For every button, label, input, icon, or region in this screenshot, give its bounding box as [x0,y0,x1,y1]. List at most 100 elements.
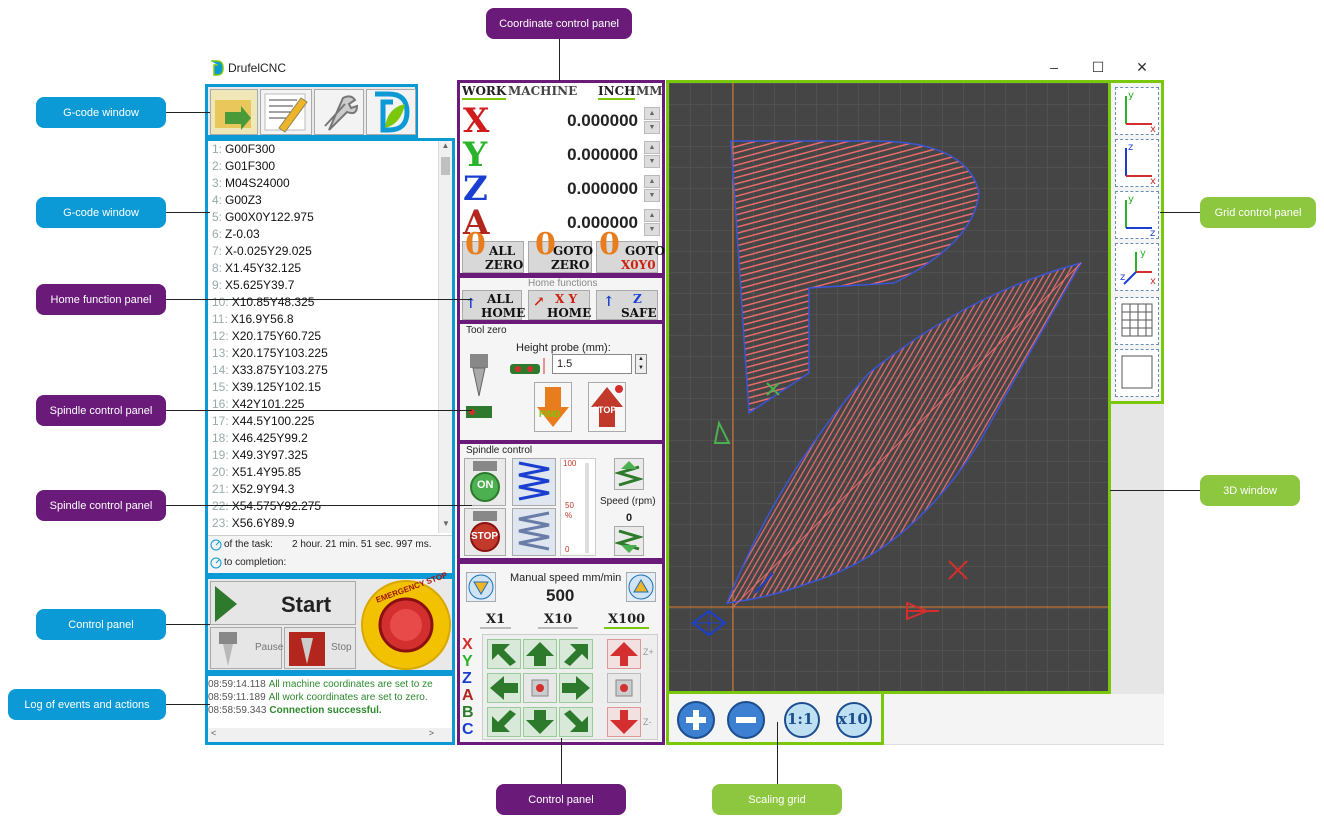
grid-toggle-button[interactable] [1115,297,1159,345]
jog-right-button[interactable] [559,673,593,703]
gcode-line[interactable]: 9: X5.625Y39.7 [208,277,438,294]
a-up-button[interactable]: ▲ [644,209,660,222]
spindle-stop-button[interactable]: STOP [464,508,506,556]
gcode-line[interactable]: 23: X56.6Y89.9 [208,515,438,532]
jog-z-plus-button[interactable] [607,639,641,669]
speed-increase-button[interactable] [626,572,656,602]
speed-up-button[interactable] [613,458,645,490]
jog-down-button[interactable] [523,707,557,737]
goto-x0y0-button[interactable]: 0 GOTO X0Y0 [596,230,665,273]
gcode-line[interactable]: 19: X49.3Y97.325 [208,447,438,464]
jog-left-button[interactable] [487,673,521,703]
workspace-toggle-button[interactable] [1115,349,1159,397]
scroll-down-icon[interactable]: ▼ [439,519,453,533]
minimize-button[interactable]: – [1044,57,1064,77]
jog-up-button[interactable] [523,639,557,669]
gcode-line[interactable]: 10: X10.85Y48.325 [208,294,438,311]
zoom-fit-button[interactable]: 1:1 [779,698,825,740]
xy-home-button[interactable]: ↗ X Y HOME [528,290,591,320]
gcode-line[interactable]: 2: G01F300 [208,158,438,175]
x-up-button[interactable]: ▲ [644,107,660,120]
coord-y-value[interactable]: 0.000000 [567,145,638,165]
gcode-line[interactable]: 11: X16.9Y56.8 [208,311,438,328]
view-xz-button[interactable]: zx [1115,139,1159,187]
y-down-button[interactable]: ▼ [644,155,660,168]
jog-z-minus-button[interactable] [607,707,641,737]
gcode-line[interactable]: 8: X1.45Y32.125 [208,260,438,277]
settings-button[interactable] [314,89,364,135]
gcode-line[interactable]: 5: G00X0Y122.975 [208,209,438,226]
coord-z-value[interactable]: 0.000000 [567,179,638,199]
gcode-line[interactable]: 7: X-0.025Y29.025 [208,243,438,260]
gcode-line[interactable]: 13: X20.175Y103.225 [208,345,438,362]
gcode-line[interactable]: 17: X44.5Y100.225 [208,413,438,430]
coord-x-value[interactable]: 0.000000 [567,111,638,131]
tab-work[interactable]: WORK [462,84,507,100]
probe-stop-button[interactable]: STOP [588,382,626,432]
gcode-line[interactable]: 22: X54.575Y92.275 [208,498,438,515]
jog-z-center-button[interactable] [607,673,641,703]
edit-gcode-button[interactable] [260,89,312,135]
zoom-out-button[interactable] [723,698,769,740]
log-list[interactable]: 08:59:14.118 All machine coordinates are … [208,678,438,717]
y-up-button[interactable]: ▲ [644,141,660,154]
gcode-line[interactable]: 1: G00F300 [208,141,438,158]
all-zero-button[interactable]: 0 ALL ZERO [462,230,524,273]
gcode-line[interactable]: 4: G00Z3 [208,192,438,209]
z-up-button[interactable]: ▲ [644,175,660,188]
open-file-button[interactable] [210,89,258,135]
scroll-up-icon[interactable]: ▲ [439,141,452,155]
pause-button[interactable]: Pause [210,627,283,669]
find-button[interactable]: FIND [534,382,572,432]
stop-button[interactable]: Stop [284,627,356,669]
gcode-line[interactable]: 18: X46.425Y99.2 [208,430,438,447]
height-stepper[interactable]: ▲ ▼ [635,354,647,374]
z-down-button[interactable]: ▼ [644,189,660,202]
viewport-3d[interactable] [666,80,1111,694]
all-home-button[interactable]: ↑ ALL HOME [462,290,525,320]
jog-up-left-button[interactable] [487,639,521,669]
emergency-stop-button[interactable]: EMERGENCY STOP [360,570,452,671]
step-x100[interactable]: X100 [604,612,650,629]
goto-zero-button[interactable]: 0 GOTO ZERO [528,230,593,273]
jog-up-right-button[interactable] [559,639,593,669]
jog-down-left-button[interactable] [487,707,521,737]
gcode-list[interactable]: 1: G00F300 2: G01F300 3: M04S24000 4: G00Z3 5: G0… [208,141,438,533]
scroll-right-icon[interactable]: > [429,728,434,738]
zoom-in-button[interactable] [673,698,719,740]
x-down-button[interactable]: ▼ [644,121,660,134]
start-button[interactable]: Start [210,581,356,625]
gcode-line[interactable]: 6: Z-0.03 [208,226,438,243]
height-probe-input[interactable]: 1.5 [552,354,632,374]
jog-down-right-button[interactable] [559,707,593,737]
close-button[interactable]: ✕ [1132,57,1152,77]
z-safe-button[interactable]: ↑ Z SAFE [596,290,658,320]
spindle-on-button[interactable]: ON [464,458,506,506]
step-x10[interactable]: X10 [538,612,579,629]
view-yz-button[interactable]: yz [1115,191,1159,239]
view-iso-button[interactable]: y x z [1115,243,1159,291]
spindle-cw-button[interactable] [512,458,556,506]
gcode-line[interactable]: 12: X20.175Y60.725 [208,328,438,345]
log-hscrollbar[interactable]: < > [208,728,452,742]
a-down-button[interactable]: ▼ [644,223,660,236]
gcode-line[interactable]: 20: X51.4Y95.85 [208,464,438,481]
gcode-line[interactable]: 21: X52.9Y94.3 [208,481,438,498]
gcode-line[interactable]: 14: X33.875Y103.275 [208,362,438,379]
speed-down-button[interactable] [613,526,645,556]
jog-center-button[interactable] [523,673,557,703]
speed-decrease-button[interactable] [466,572,496,602]
spindle-speed-slider[interactable]: 100 50 % 0 [560,458,596,556]
gcode-scrollbar[interactable]: ▲ ▼ [438,141,452,533]
gcode-line[interactable]: 15: X39.125Y102.15 [208,379,438,396]
tab-machine[interactable]: MACHINE [508,84,577,98]
about-button[interactable] [366,89,416,135]
spindle-ccw-button[interactable] [512,508,556,556]
view-xy-button[interactable]: yx [1115,87,1159,135]
step-x1[interactable]: X1 [480,612,512,629]
scroll-thumb[interactable] [441,157,450,175]
gcode-line[interactable]: 3: M04S24000 [208,175,438,192]
scroll-left-icon[interactable]: < [211,728,216,738]
zoom-x10-button[interactable]: x10 [831,698,877,740]
maximize-button[interactable]: ☐ [1088,57,1108,77]
